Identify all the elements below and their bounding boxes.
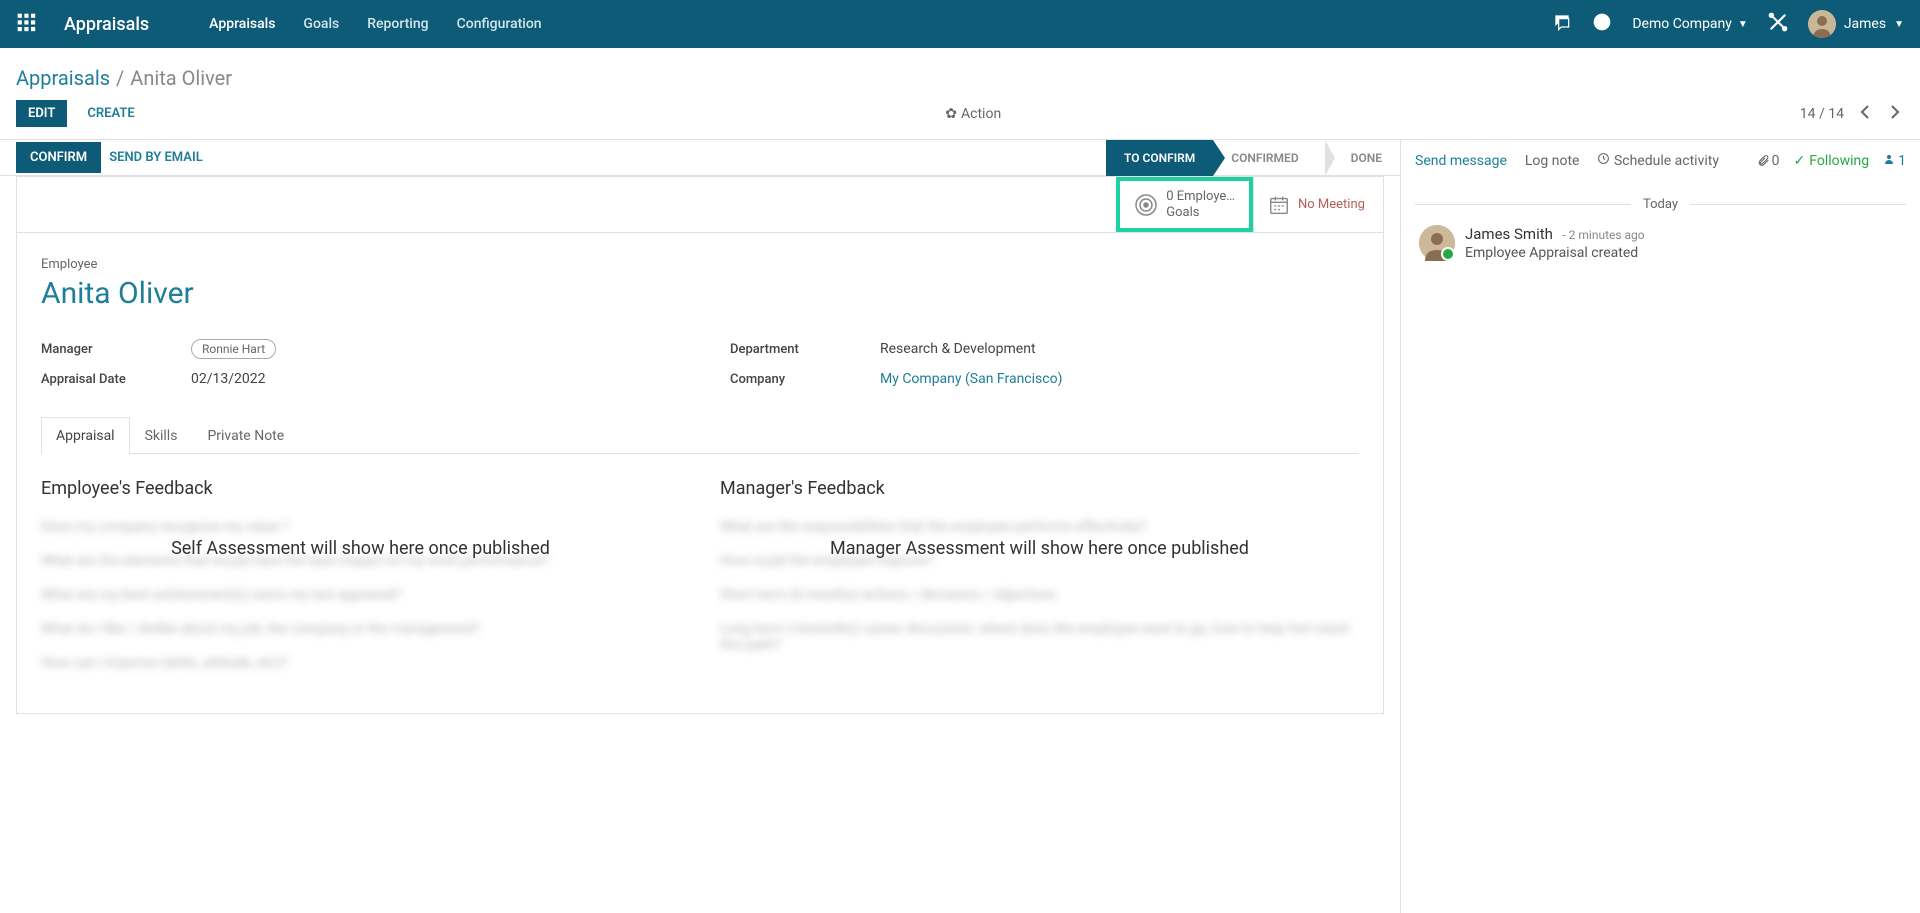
app-title: Appraisals bbox=[64, 14, 149, 35]
stage-confirmed[interactable]: CONFIRMED bbox=[1213, 140, 1316, 176]
emp-blur-3: What do I like / dislike about my job, t… bbox=[41, 621, 680, 637]
mgr-blur-3: Long term (>6months) career discussion, … bbox=[720, 621, 1359, 653]
caret-down-icon: ▼ bbox=[1738, 19, 1748, 30]
clock-icon bbox=[1597, 153, 1613, 169]
attach-count: 0 bbox=[1772, 153, 1780, 169]
goals-line1: 0 Employe… bbox=[1166, 189, 1235, 205]
company-label: Company bbox=[730, 372, 880, 387]
user-name: James bbox=[1844, 16, 1886, 32]
schedule-activity-button[interactable]: Schedule activity bbox=[1597, 152, 1719, 169]
meeting-stat-button[interactable]: No Meeting bbox=[1253, 177, 1383, 232]
send-email-button[interactable]: SEND BY EMAIL bbox=[109, 150, 203, 165]
gear-icon: ✿ bbox=[945, 106, 957, 122]
tab-skills[interactable]: Skills bbox=[130, 417, 193, 454]
top-navbar: Appraisals Appraisals Goals Reporting Co… bbox=[0, 0, 1920, 48]
company-value[interactable]: My Company (San Francisco) bbox=[880, 371, 1062, 387]
send-message-button[interactable]: Send message bbox=[1415, 153, 1507, 169]
chatter-date-separator: Today bbox=[1415, 189, 1906, 205]
employee-feedback-col: Employee's Feedback Self Assessment will… bbox=[41, 478, 680, 689]
goals-stat-button[interactable]: 0 Employe… Goals bbox=[1116, 177, 1253, 232]
manager-tag[interactable]: Ronnie Hart bbox=[191, 339, 276, 359]
stage-done[interactable]: DONE bbox=[1333, 140, 1400, 176]
emp-blur-4: How can I improve (skills, attitude, etc… bbox=[41, 655, 680, 671]
action-dropdown[interactable]: ✿ Action bbox=[945, 106, 1001, 122]
nav-reporting[interactable]: Reporting bbox=[367, 16, 428, 32]
stage-to-confirm[interactable]: TO CONFIRM bbox=[1106, 140, 1213, 176]
create-button[interactable]: CREATE bbox=[75, 100, 146, 127]
user-icon bbox=[1883, 153, 1895, 169]
emp-blur-0: Does my company recognize my value ? bbox=[41, 519, 680, 535]
employee-label: Employee bbox=[41, 257, 1359, 272]
goals-line2: Goals bbox=[1166, 205, 1235, 221]
mgr-blur-0: What are the responsibilities that the e… bbox=[720, 519, 1359, 535]
form-sheet: 0 Employe… Goals No Meeting Employee Ani… bbox=[16, 176, 1384, 714]
mgr-blur-2: Short term (6-months) actions / decision… bbox=[720, 587, 1359, 603]
calendar-icon bbox=[1268, 194, 1290, 216]
msg-time: - 2 minutes ago bbox=[1562, 228, 1644, 242]
pager-next[interactable] bbox=[1886, 101, 1904, 127]
check-icon: ✓ bbox=[1794, 153, 1806, 169]
msg-avatar bbox=[1419, 225, 1455, 261]
chatter: Send message Log note Schedule activity … bbox=[1400, 140, 1920, 913]
manager-label: Manager bbox=[41, 342, 191, 357]
employee-name: Anita Oliver bbox=[41, 276, 1359, 311]
msg-author: James Smith bbox=[1465, 225, 1553, 243]
follower-count-value: 1 bbox=[1898, 153, 1906, 169]
department-value: Research & Development bbox=[880, 341, 1036, 357]
edit-button[interactable]: EDIT bbox=[16, 100, 67, 127]
control-bar: EDIT CREATE ✿ Action 14 / 14 bbox=[0, 100, 1920, 139]
status-stages: TO CONFIRM CONFIRMED DONE bbox=[1106, 140, 1400, 176]
caret-down-icon: ▼ bbox=[1894, 19, 1904, 30]
apps-icon[interactable] bbox=[16, 12, 36, 36]
tab-private-note[interactable]: Private Note bbox=[192, 417, 299, 454]
nav-appraisals[interactable]: Appraisals bbox=[209, 16, 275, 32]
pager-prev[interactable] bbox=[1856, 101, 1874, 127]
action-label: Action bbox=[961, 106, 1001, 122]
confirm-button[interactable]: CONFIRM bbox=[16, 142, 101, 173]
company-selector[interactable]: Demo Company ▼ bbox=[1632, 16, 1747, 32]
schedule-label: Schedule activity bbox=[1614, 153, 1719, 169]
pager: 14 / 14 bbox=[1800, 101, 1904, 127]
chatter-message: James Smith - 2 minutes ago Employee App… bbox=[1415, 217, 1906, 269]
manager-feedback-placeholder: Manager Assessment will show here once p… bbox=[720, 538, 1359, 559]
tab-content: Employee's Feedback Self Assessment will… bbox=[41, 454, 1359, 689]
manager-feedback-col: Manager's Feedback Manager Assessment wi… bbox=[720, 478, 1359, 689]
breadcrumb-sep: / bbox=[116, 66, 124, 90]
top-nav: Appraisals Goals Reporting Configuration bbox=[209, 16, 541, 32]
following-label: Following bbox=[1809, 153, 1869, 169]
employee-feedback-placeholder: Self Assessment will show here once publ… bbox=[41, 538, 680, 559]
meeting-label: No Meeting bbox=[1298, 197, 1365, 212]
emp-blur-2: What are my best achievement(s) since my… bbox=[41, 587, 680, 603]
department-label: Department bbox=[730, 342, 880, 357]
breadcrumb: Appraisals / Anita Oliver bbox=[0, 48, 1920, 100]
log-note-button[interactable]: Log note bbox=[1525, 153, 1580, 169]
employee-feedback-title: Employee's Feedback bbox=[41, 478, 680, 499]
company-name: Demo Company bbox=[1632, 16, 1732, 32]
appraisal-date-value: 02/13/2022 bbox=[191, 371, 266, 387]
chatter-topbar: Send message Log note Schedule activity … bbox=[1415, 152, 1906, 169]
debug-icon[interactable] bbox=[1768, 12, 1788, 36]
followers-button[interactable]: 1 bbox=[1883, 153, 1906, 169]
user-menu[interactable]: James ▼ bbox=[1808, 10, 1904, 38]
statusbar: CONFIRM SEND BY EMAIL TO CONFIRM CONFIRM… bbox=[0, 140, 1400, 176]
target-icon bbox=[1134, 193, 1158, 217]
nav-configuration[interactable]: Configuration bbox=[457, 16, 542, 32]
breadcrumb-root[interactable]: Appraisals bbox=[16, 66, 110, 90]
button-box: 0 Employe… Goals No Meeting bbox=[17, 177, 1383, 233]
manager-feedback-title: Manager's Feedback bbox=[720, 478, 1359, 499]
tab-appraisal[interactable]: Appraisal bbox=[41, 417, 130, 454]
following-button[interactable]: ✓ Following bbox=[1794, 153, 1870, 169]
appraisal-date-label: Appraisal Date bbox=[41, 372, 191, 387]
msg-text: Employee Appraisal created bbox=[1465, 245, 1645, 261]
breadcrumb-current: Anita Oliver bbox=[130, 66, 232, 90]
notebook-tabs: Appraisal Skills Private Note bbox=[41, 417, 1359, 454]
nav-goals[interactable]: Goals bbox=[303, 16, 339, 32]
user-avatar bbox=[1808, 10, 1836, 38]
pager-text: 14 / 14 bbox=[1800, 106, 1844, 122]
activities-icon[interactable] bbox=[1592, 12, 1612, 36]
attachments-button[interactable]: 0 bbox=[1757, 153, 1780, 169]
today-label: Today bbox=[1631, 197, 1690, 212]
form-view: CONFIRM SEND BY EMAIL TO CONFIRM CONFIRM… bbox=[0, 140, 1400, 913]
messaging-icon[interactable] bbox=[1552, 12, 1572, 36]
